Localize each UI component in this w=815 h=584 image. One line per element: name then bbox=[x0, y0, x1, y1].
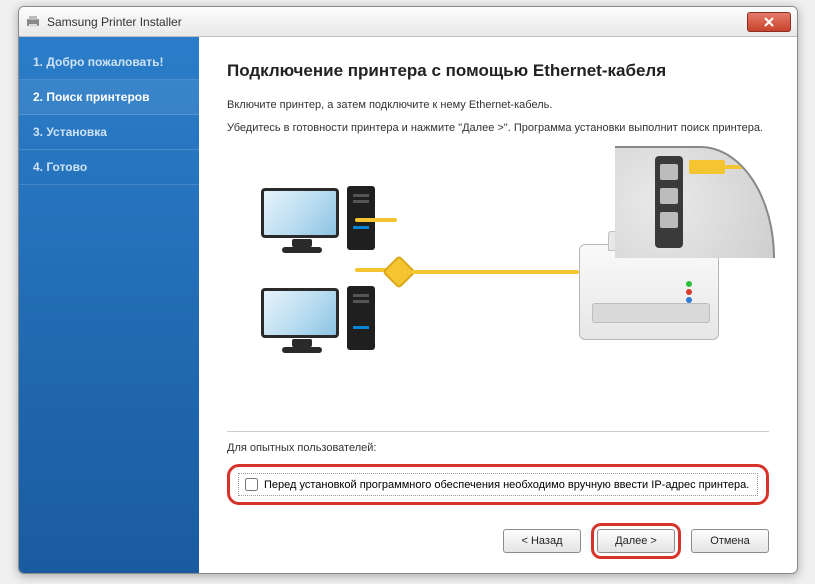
installer-window: Samsung Printer Installer 1. Добро пожал… bbox=[18, 6, 798, 574]
titlebar[interactable]: Samsung Printer Installer bbox=[19, 7, 797, 37]
manual-ip-option[interactable]: Перед установкой программного обеспечени… bbox=[238, 473, 758, 496]
printer-icon bbox=[579, 244, 719, 340]
advanced-highlight-ring: Перед установкой программного обеспечени… bbox=[227, 464, 769, 505]
cancel-button[interactable]: Отмена bbox=[691, 529, 769, 553]
content-pane: Подключение принтера с помощью Ethernet-… bbox=[199, 37, 797, 573]
page-heading: Подключение принтера с помощью Ethernet-… bbox=[227, 61, 769, 81]
app-icon bbox=[25, 14, 41, 30]
computer-icon bbox=[261, 288, 339, 338]
printer-ports-zoom-icon bbox=[615, 146, 775, 258]
close-icon bbox=[764, 17, 774, 27]
advanced-section-label: Для опытных пользователей: bbox=[227, 442, 769, 454]
window-title: Samsung Printer Installer bbox=[47, 15, 182, 29]
sidebar-step-search: 2. Поиск принтеров bbox=[19, 80, 199, 115]
next-highlight-ring: Далее > bbox=[591, 523, 681, 559]
sidebar-step-welcome: 1. Добро пожаловать! bbox=[19, 45, 199, 80]
manual-ip-checkbox[interactable] bbox=[245, 478, 258, 491]
instruction-line-2: Убедитесь в готовности принтера и нажмит… bbox=[227, 120, 769, 137]
sidebar-step-install: 3. Установка bbox=[19, 115, 199, 150]
ethernet-cable-icon bbox=[355, 218, 397, 222]
instruction-line-1: Включите принтер, а затем подключите к н… bbox=[227, 97, 769, 114]
computer-icon bbox=[261, 188, 339, 238]
connection-illustration bbox=[227, 158, 769, 417]
ethernet-cable-icon bbox=[409, 270, 579, 274]
back-button[interactable]: < Назад bbox=[503, 529, 581, 553]
manual-ip-label: Перед установкой программного обеспечени… bbox=[264, 479, 749, 491]
next-button[interactable]: Далее > bbox=[597, 529, 675, 553]
wizard-buttons: < Назад Далее > Отмена bbox=[227, 517, 769, 559]
divider bbox=[227, 431, 769, 432]
sidebar-step-done: 4. Готово bbox=[19, 150, 199, 185]
close-button[interactable] bbox=[747, 12, 791, 32]
wizard-sidebar: 1. Добро пожаловать! 2. Поиск принтеров … bbox=[19, 37, 199, 573]
